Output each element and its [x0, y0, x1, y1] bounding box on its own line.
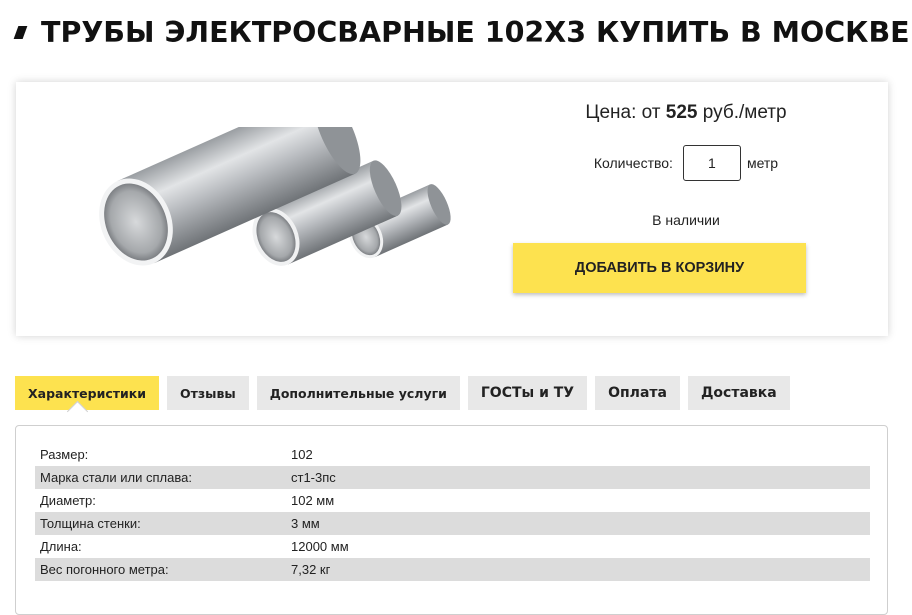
spec-value: 102	[291, 447, 313, 462]
tab-payment[interactable]: Оплата	[595, 376, 680, 410]
product-tabs: Характеристики Отзывы Дополнительные усл…	[15, 376, 798, 410]
spec-value: 102 мм	[291, 493, 335, 508]
spec-key: Размер:	[40, 447, 89, 462]
spec-key: Диаметр:	[40, 493, 96, 508]
specs-panel: Размер: 102 Марка стали или сплава: ст1-…	[15, 425, 888, 615]
price-line: Цена: от 525 руб./метр	[486, 102, 886, 124]
specs-table: Размер: 102 Марка стали или сплава: ст1-…	[35, 443, 870, 581]
availability-status: В наличии	[652, 212, 720, 228]
spec-key: Вес погонного метра:	[35, 558, 285, 581]
price-suffix: руб./метр	[697, 102, 787, 123]
quantity-unit: метр	[746, 155, 779, 171]
spec-value: 7,32 кг	[285, 558, 870, 581]
price-prefix: Цена: от	[585, 102, 666, 123]
table-row: Диаметр: 102 мм	[35, 489, 870, 512]
spec-key: Длина:	[40, 539, 82, 554]
quantity-row: Количество: метр	[486, 145, 886, 181]
spec-key: Толщина стенки:	[35, 512, 285, 535]
tab-gost-standards[interactable]: ГОСТы и ТУ	[467, 376, 588, 410]
page-header: ТРУБЫ ЭЛЕКТРОСВАРНЫЕ 102Х3 КУПИТЬ В МОСК…	[13, 12, 910, 52]
spec-value: ст1-3пс	[285, 466, 870, 489]
table-row: Размер: 102	[35, 443, 870, 466]
add-to-cart-button[interactable]: ДОБАВИТЬ В КОРЗИНУ	[513, 243, 806, 293]
table-row: Марка стали или сплава: ст1-3пс	[35, 466, 870, 489]
spec-value: 3 мм	[285, 512, 870, 535]
title-marker-icon	[13, 25, 28, 39]
quantity-input[interactable]	[682, 145, 741, 181]
table-row: Длина: 12000 мм	[35, 535, 870, 558]
buy-panel: Цена: от 525 руб./метр Количество: метр …	[486, 82, 886, 336]
spec-value: 12000 мм	[291, 539, 349, 554]
page-title: ТРУБЫ ЭЛЕКТРОСВАРНЫЕ 102Х3 КУПИТЬ В МОСК…	[41, 15, 910, 49]
tab-characteristics[interactable]: Характеристики	[15, 376, 160, 410]
table-row: Вес погонного метра: 7,32 кг	[35, 558, 870, 581]
table-row: Толщина стенки: 3 мм	[35, 512, 870, 535]
price-value: 525	[665, 102, 698, 123]
tab-additional-services[interactable]: Дополнительные услуги	[256, 376, 460, 410]
tab-delivery[interactable]: Доставка	[687, 376, 790, 410]
quantity-label: Количество:	[593, 155, 673, 171]
spec-key: Марка стали или сплава:	[35, 466, 285, 489]
tab-reviews[interactable]: Отзывы	[167, 376, 249, 410]
product-card: Цена: от 525 руб./метр Количество: метр …	[16, 82, 888, 336]
steel-pipes-image	[99, 127, 451, 266]
